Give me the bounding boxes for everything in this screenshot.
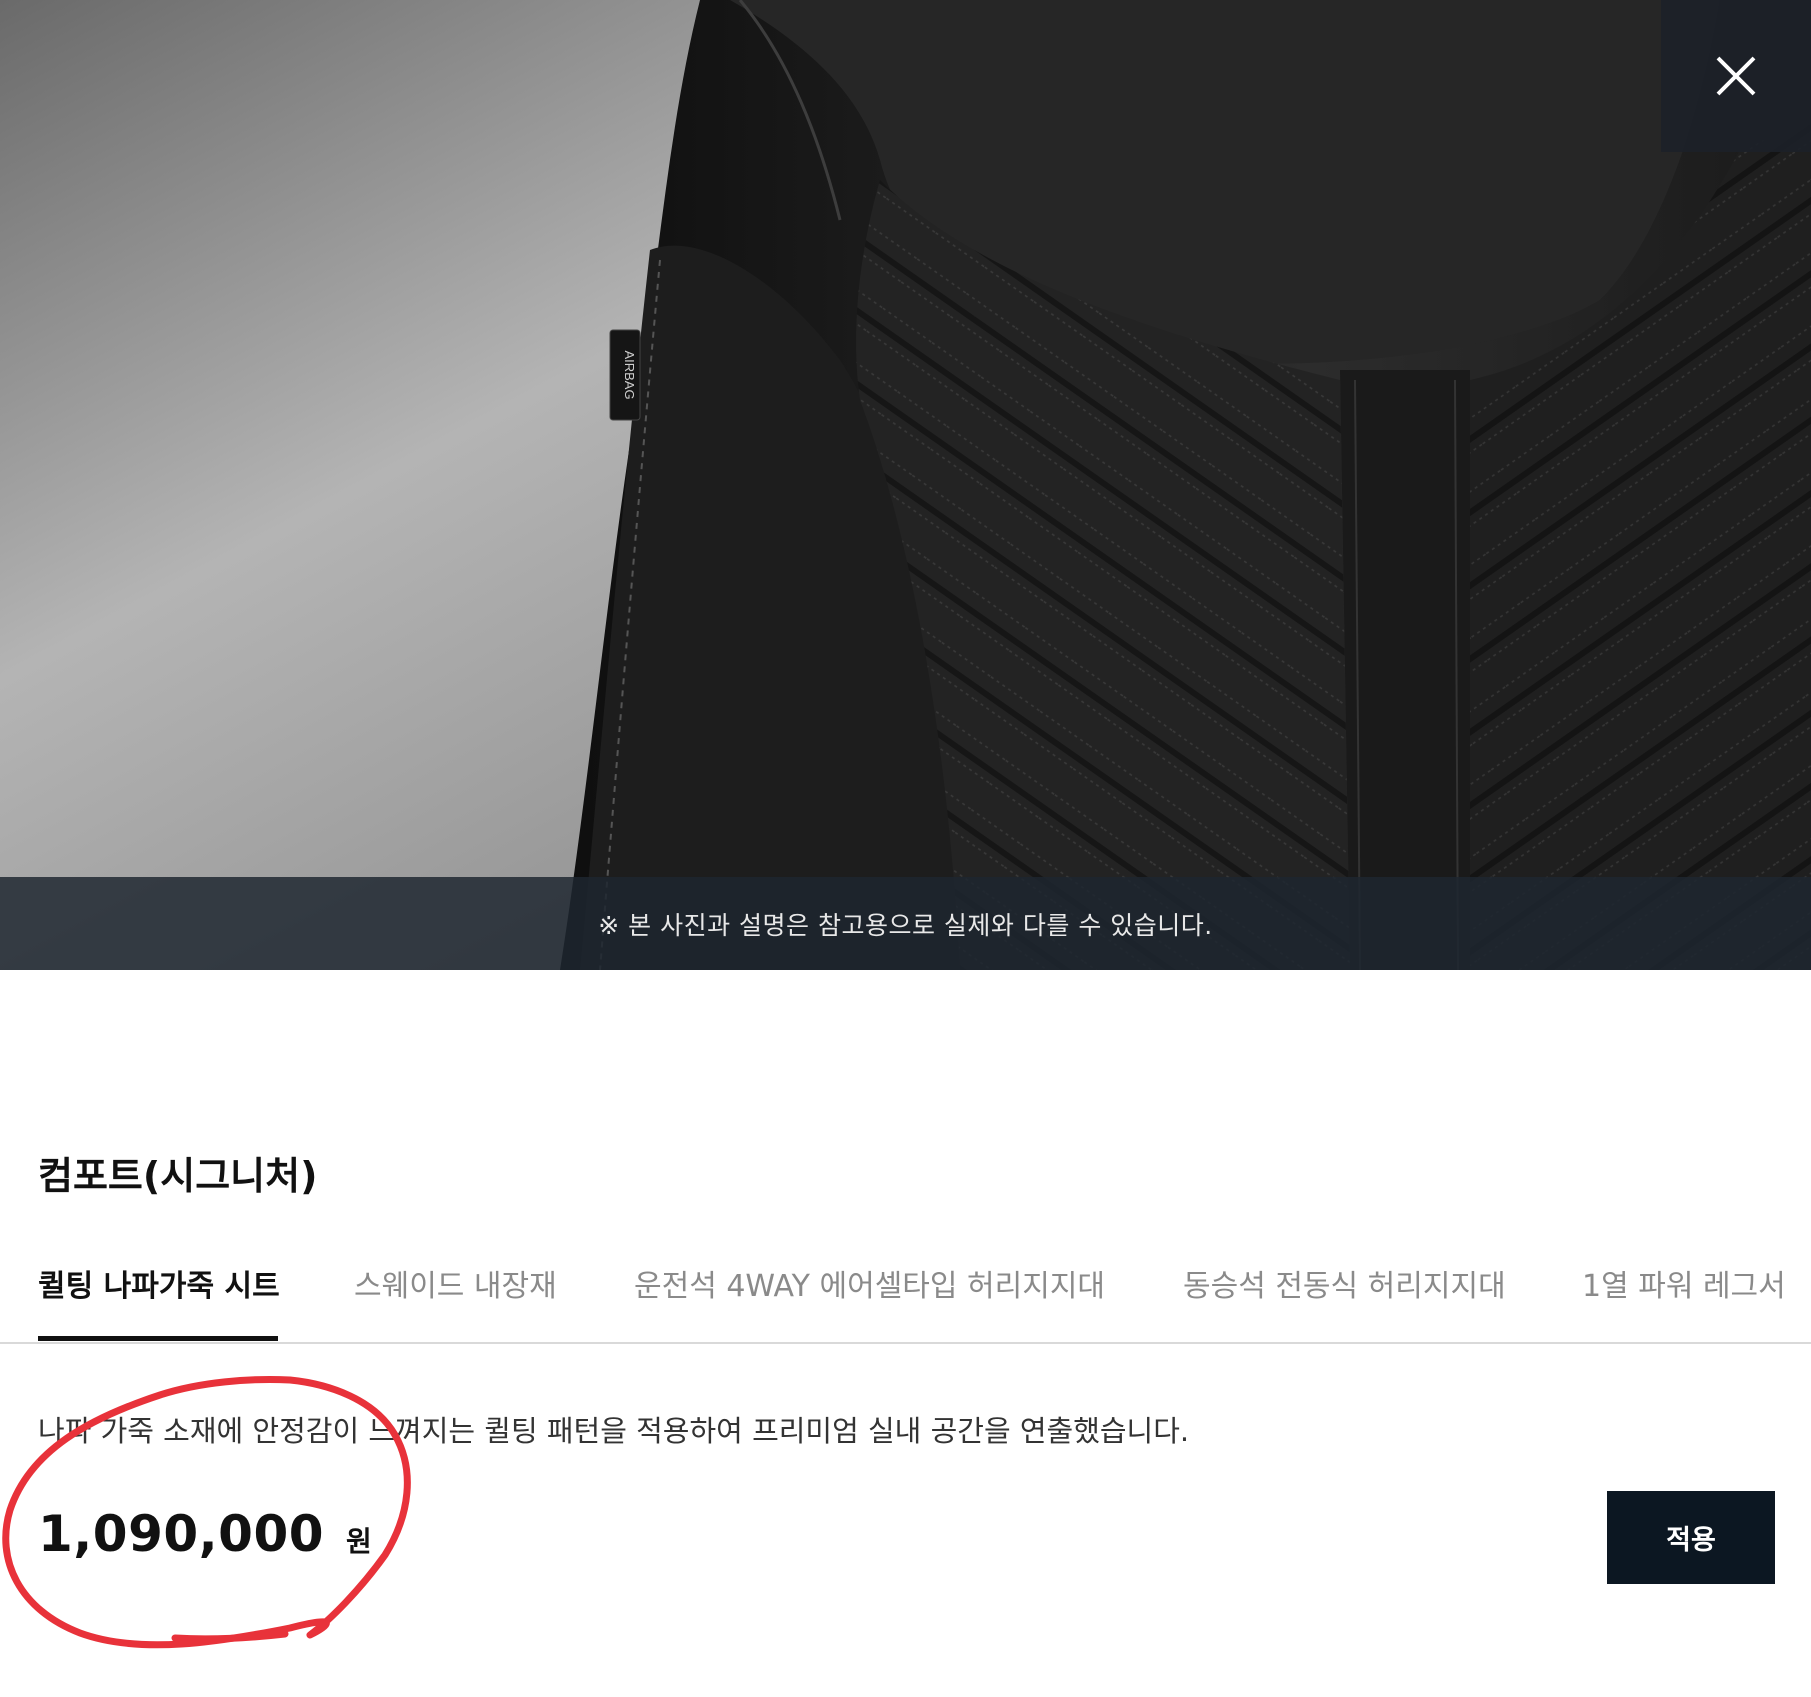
price-value: 1,090,000: [38, 1505, 325, 1563]
airbag-label: AIRBAG: [622, 350, 637, 399]
feature-tabs: 퀼팅 나파가죽 시트 스웨이드 내장재 운전석 4WAY 에어셀타입 허리지지대…: [0, 1245, 1811, 1344]
seat-illustration: AIRBAG: [0, 0, 1811, 970]
tab-driver-lumbar-support[interactable]: 운전석 4WAY 에어셀타입 허리지지대: [634, 1261, 1105, 1305]
tab-suede-interior[interactable]: 스웨이드 내장재: [354, 1261, 557, 1305]
apply-button[interactable]: 적용: [1607, 1491, 1775, 1584]
image-disclaimer-bar: ※ 본 사진과 설명은 참고용으로 실제와 다를 수 있습니다.: [0, 877, 1811, 970]
close-button[interactable]: [1661, 0, 1811, 152]
active-tab-indicator: [38, 1336, 278, 1341]
close-icon: [1716, 56, 1756, 96]
price-unit: 원: [346, 1525, 372, 1558]
tab-passenger-lumbar-support[interactable]: 동승석 전동식 허리지지대: [1183, 1261, 1506, 1305]
image-disclaimer: ※ 본 사진과 설명은 참고용으로 실제와 다를 수 있습니다.: [598, 910, 1213, 940]
feature-description: 나파 가죽 소재에 안정감이 느껴지는 퀼팅 패턴을 적용하여 프리미엄 실내 …: [38, 1414, 1190, 1448]
seat-image: AIRBAG ※ 본 사진과 설명은 참고용으로 실제와 다를 수 있습니다.: [0, 0, 1811, 970]
price: 1,090,000 원: [38, 1505, 372, 1563]
option-title: 컴포트(시그니처): [38, 1154, 318, 1198]
tab-power-leg-rest[interactable]: 1열 파워 레그서: [1582, 1261, 1786, 1305]
tab-quilted-nappa-seat[interactable]: 퀼팅 나파가죽 시트: [38, 1261, 280, 1305]
